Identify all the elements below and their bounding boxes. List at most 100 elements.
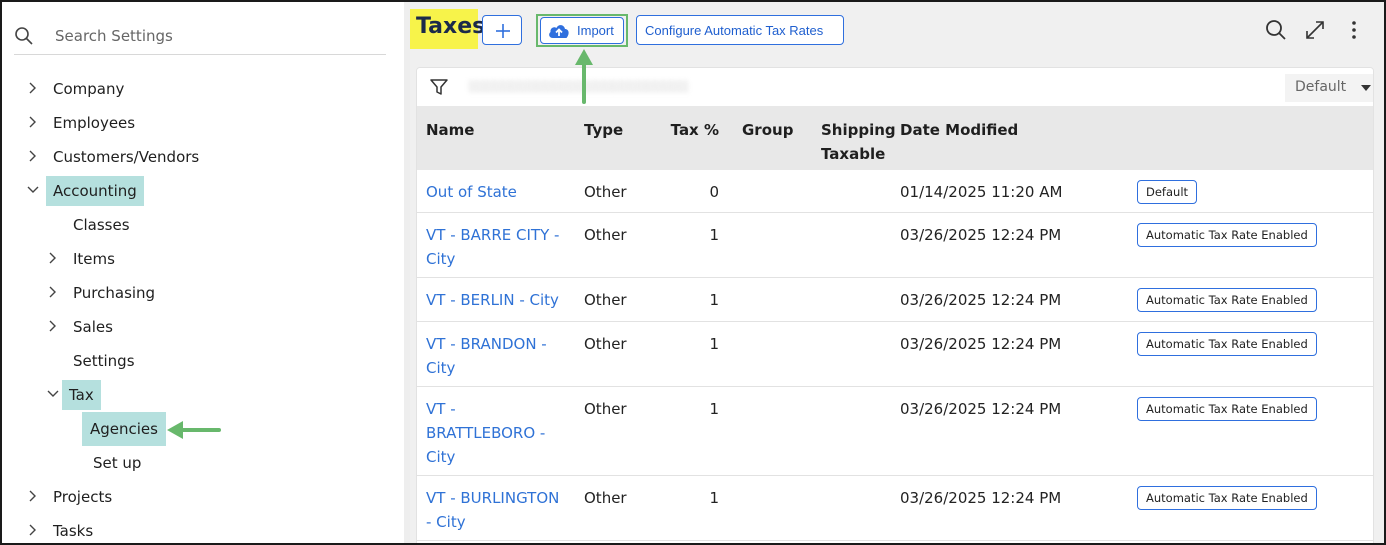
import-button-label: Import (577, 23, 614, 38)
date-modified: 03/26/2025 12:24 PM (900, 335, 1062, 353)
taxes-grid-panel: ░░░░░░░░░░░░░░░░░░░░░░░░░░ Default Name … (416, 67, 1374, 543)
tax-type: Other (584, 291, 627, 309)
view-select-value: Default (1295, 79, 1347, 95)
tax-percent: 1 (709, 335, 719, 353)
sidebar-item-classes[interactable]: Classes (46, 210, 326, 240)
status-badge: Automatic Tax Rate Enabled (1137, 332, 1317, 356)
chevron-right-icon (29, 82, 36, 94)
date-modified: 03/26/2025 12:24 PM (900, 400, 1062, 418)
column-header-shipping-taxable[interactable]: Shipping Taxable (821, 118, 897, 166)
sidebar-item-label: Company (53, 80, 125, 98)
chevron-right-icon (29, 150, 36, 162)
sidebar-item-label: Projects (53, 488, 113, 506)
tax-name-link[interactable]: VT - BRANDON - City (426, 332, 566, 380)
sidebar-item-label: Customers/Vendors (53, 148, 200, 166)
sidebar-item-tax[interactable]: Tax (46, 380, 326, 410)
tax-name-link[interactable]: VT - BURLINGTON - City (426, 486, 566, 534)
tax-percent: 1 (709, 489, 719, 507)
sidebar-item-sales[interactable]: Sales (46, 312, 326, 342)
settings-sidebar: Search Settings Company Employees Custom… (2, 2, 404, 543)
sidebar-item-tasks[interactable]: Tasks (26, 516, 326, 543)
search-input-placeholder[interactable]: Search Settings (55, 27, 173, 45)
tax-type: Other (584, 489, 627, 507)
column-header-group[interactable]: Group (742, 118, 793, 142)
tax-type: Other (584, 335, 627, 353)
chevron-right-icon (49, 286, 56, 298)
sidebar-item-projects[interactable]: Projects (26, 482, 326, 512)
chevron-down-icon (27, 186, 39, 193)
sidebar-item-label: Set up (93, 454, 142, 472)
tax-percent: 1 (709, 226, 719, 244)
tax-name-link[interactable]: VT - BRATTLEBORO - City (426, 397, 551, 469)
status-badge: Default (1137, 180, 1198, 204)
chevron-right-icon (49, 320, 56, 332)
status-badge: Automatic Tax Rate Enabled (1137, 486, 1317, 510)
table-row[interactable]: VT - BERLIN - City Other 1 03/26/2025 12… (417, 278, 1373, 322)
sidebar-item-purchasing[interactable]: Purchasing (46, 278, 326, 308)
chevron-right-icon (29, 116, 36, 128)
tax-name-link[interactable]: VT - BERLIN - City (426, 288, 576, 312)
sidebar-item-label: Tax (62, 380, 101, 410)
sidebar-item-set-up[interactable]: Set up (66, 448, 326, 478)
tax-type: Other (584, 183, 627, 201)
chevron-right-icon (29, 490, 36, 502)
sidebar-item-label: Items (73, 250, 115, 268)
chevron-right-icon (29, 524, 36, 536)
sidebar-item-items[interactable]: Items (46, 244, 326, 274)
settings-search[interactable]: Search Settings (14, 20, 386, 55)
status-badge: Automatic Tax Rate Enabled (1137, 397, 1317, 421)
expand-icon[interactable] (1303, 18, 1327, 42)
table-row[interactable]: VT - BRATTLEBORO - City Other 1 03/26/20… (417, 387, 1373, 476)
table-row[interactable]: Out of State Other 0 01/14/2025 11:20 AM… (417, 170, 1373, 213)
column-header-date-modified[interactable]: Date Modified (900, 118, 1018, 142)
table-row[interactable]: VT - BARRE CITY - City Other 1 03/26/202… (417, 213, 1373, 278)
date-modified: 03/26/2025 12:24 PM (900, 489, 1062, 507)
column-header-name[interactable]: Name (426, 118, 474, 142)
sidebar-item-label: Agencies (82, 412, 166, 446)
app-window: Search Settings Company Employees Custom… (0, 0, 1386, 545)
configure-button-label: Configure Automatic Tax Rates (645, 23, 824, 38)
grid-toolbar: ░░░░░░░░░░░░░░░░░░░░░░░░░░ Default (417, 68, 1373, 106)
sidebar-item-label: Sales (73, 318, 113, 336)
sidebar-item-agencies[interactable]: Agencies (66, 412, 166, 446)
sidebar-item-employees[interactable]: Employees (26, 108, 326, 138)
tax-percent: 1 (709, 291, 719, 309)
page-title: Taxes (416, 14, 486, 39)
table-header: Name Type Tax % Group Shipping Taxable D… (417, 106, 1373, 170)
plus-icon (496, 24, 510, 38)
cloud-upload-icon (549, 25, 569, 38)
sidebar-item-label: Accounting (46, 176, 144, 206)
sidebar-item-company[interactable]: Company (26, 74, 326, 104)
status-badge: Automatic Tax Rate Enabled (1137, 223, 1317, 247)
chevron-down-icon (47, 390, 59, 397)
main-content: Taxes Import Configure Automatic Tax Rat… (410, 2, 1384, 543)
callout-arrow-left-icon (167, 421, 221, 439)
status-badge: Automatic Tax Rate Enabled (1137, 288, 1317, 312)
column-header-tax[interactable]: Tax % (669, 118, 719, 142)
import-button[interactable]: Import (540, 17, 624, 44)
configure-automatic-tax-rates-button[interactable]: Configure Automatic Tax Rates (636, 15, 844, 45)
view-select[interactable]: Default (1285, 74, 1373, 102)
sidebar-item-customers-vendors[interactable]: Customers/Vendors (26, 142, 326, 172)
filter-icon[interactable] (429, 78, 449, 96)
date-modified: 01/14/2025 11:20 AM (900, 183, 1063, 201)
add-tax-button[interactable] (482, 15, 522, 45)
sidebar-item-label: Tasks (53, 522, 94, 540)
table-row[interactable]: VT - BURLINGTON - City Other 1 03/26/202… (417, 476, 1373, 541)
column-header-type[interactable]: Type (584, 118, 623, 142)
tax-name-link[interactable]: Out of State (426, 180, 566, 204)
tax-type: Other (584, 400, 627, 418)
tax-name-link[interactable]: VT - BARRE CITY - City (426, 223, 566, 271)
sidebar-item-settings[interactable]: Settings (46, 346, 326, 376)
callout-arrow-up-icon (575, 49, 593, 104)
search-icon[interactable] (1264, 18, 1288, 42)
table-row[interactable]: VT - BRANDON - City Other 1 03/26/2025 1… (417, 322, 1373, 387)
chevron-right-icon (49, 252, 56, 264)
search-icon (15, 27, 33, 45)
more-vertical-icon[interactable] (1342, 18, 1366, 42)
tax-percent: 0 (709, 183, 719, 201)
sidebar-item-label: Settings (73, 352, 135, 370)
sidebar-item-accounting[interactable]: Accounting (26, 176, 326, 206)
sidebar-item-label: Classes (73, 216, 130, 234)
tax-percent: 1 (709, 400, 719, 418)
